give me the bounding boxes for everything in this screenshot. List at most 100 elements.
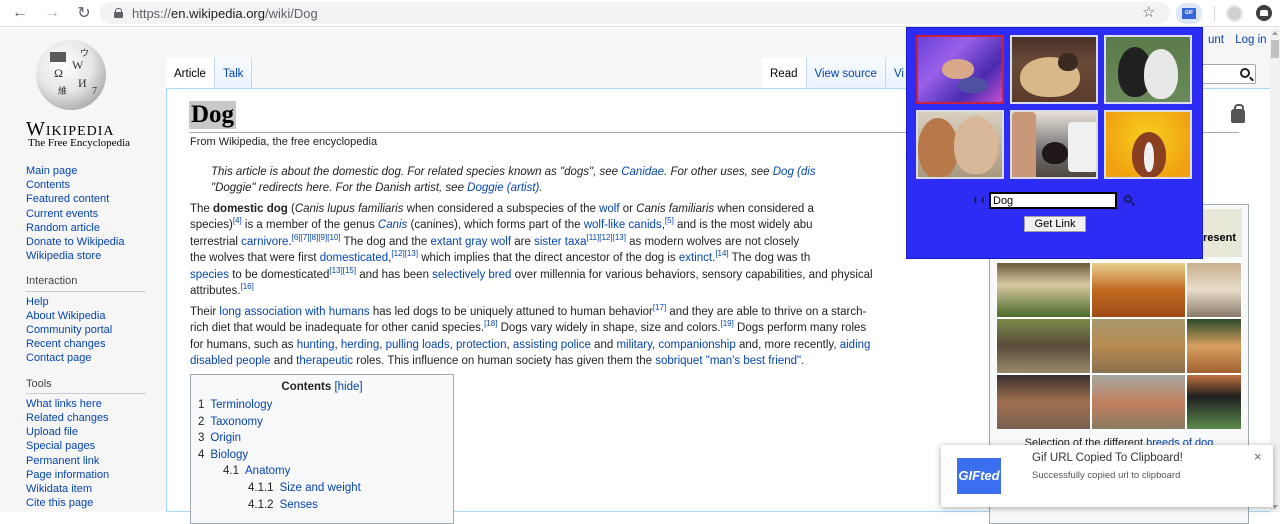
sidebar-item-upload-file[interactable]: Upload file <box>26 425 151 439</box>
toc-item-origin[interactable]: 3 Origin <box>198 430 453 447</box>
menu-icon[interactable] <box>1256 5 1272 21</box>
dog-breeds-image[interactable] <box>996 262 1242 430</box>
sidebar-item-help[interactable]: Help <box>26 295 151 309</box>
search-icon[interactable] <box>1240 68 1250 78</box>
search-icon[interactable] <box>1124 195 1132 203</box>
toc-item-size-and-weight[interactable]: 4.1.1 Size and weight <box>198 480 453 497</box>
companionship-link[interactable]: companionship <box>658 339 735 351</box>
address-bar[interactable]: https://en.wikipedia.org/wiki/Dog <box>100 2 1170 24</box>
sidebar-item-current-events[interactable]: Current events <box>26 207 151 221</box>
scroll-thumb[interactable] <box>1271 40 1279 58</box>
assisting-police-link[interactable]: assisting police <box>513 339 591 351</box>
citation[interactable]: [6][7][8][9][10] <box>292 233 341 242</box>
toc-item-anatomy[interactable]: 4.1 Anatomy <box>198 463 453 480</box>
aiding-link[interactable]: aiding <box>840 339 871 351</box>
create-account-link[interactable]: unt <box>1208 34 1224 46</box>
disabled-people-link[interactable]: disabled people <box>190 355 271 367</box>
sidebar-item-wikidata-item[interactable]: Wikidata item <box>26 482 151 496</box>
lock-icon[interactable] <box>114 8 123 18</box>
doggie-artist-link[interactable]: Doggie (artist) <box>467 182 539 194</box>
scroll-up-arrow-icon[interactable] <box>1272 31 1278 35</box>
toc-item-senses[interactable]: 4.1.2 Senses <box>198 497 453 514</box>
canis-link[interactable]: Canis <box>378 219 407 231</box>
gifted-extension-icon[interactable]: GIF <box>1176 3 1202 24</box>
sidebar-item-permanent-link[interactable]: Permanent link <box>26 454 151 468</box>
toc-hide-link[interactable]: [hide] <box>334 381 362 393</box>
protection-lock-icon[interactable] <box>1231 104 1245 123</box>
citation[interactable]: [16] <box>241 282 254 291</box>
sidebar-item-related-changes[interactable]: Related changes <box>26 411 151 425</box>
gif-result-3[interactable] <box>1104 35 1192 104</box>
citation[interactable]: [12][13] <box>391 249 418 258</box>
gif-result-2[interactable] <box>1010 35 1098 104</box>
sidebar-item-page-information[interactable]: Page information <box>26 468 151 482</box>
toc-item-terminology[interactable]: 1 Terminology <box>198 397 453 414</box>
citation[interactable]: [19] <box>721 320 734 329</box>
sidebar-item-cite-this-page[interactable]: Cite this page <box>26 496 151 510</box>
domesticated-link[interactable]: domesticated <box>320 252 388 264</box>
citation[interactable]: [11][12][13] <box>587 233 626 242</box>
login-link[interactable]: Log in <box>1235 34 1266 46</box>
sidebar-item-what-links-here[interactable]: What links here <box>26 397 151 411</box>
reload-icon[interactable]: ↻ <box>74 3 94 23</box>
sidebar-item-community-portal[interactable]: Community portal <box>26 323 151 337</box>
toc-item-taxonomy[interactable]: 2 Taxonomy <box>198 414 453 431</box>
tab-talk[interactable]: Talk <box>214 58 253 88</box>
therapeutic-link[interactable]: therapeutic <box>296 355 353 367</box>
protection-link[interactable]: protection <box>456 339 507 351</box>
sidebar-item-recent-changes[interactable]: Recent changes <box>26 337 151 351</box>
tab-view-source[interactable]: View source <box>806 58 886 88</box>
close-icon[interactable]: × <box>1254 449 1262 464</box>
gif-result-4[interactable] <box>916 110 1004 179</box>
herding-link[interactable]: herding <box>341 339 379 351</box>
refresh-icon[interactable] <box>974 195 984 205</box>
species-link[interactable]: species <box>190 269 229 281</box>
military-link[interactable]: military <box>616 339 652 351</box>
get-link-button[interactable]: Get Link <box>1024 216 1086 232</box>
citation[interactable]: [17] <box>653 303 666 312</box>
association-with-humans-link[interactable]: long association with humans <box>219 306 369 318</box>
sobriquet-link[interactable]: sobriquet <box>655 355 702 367</box>
citation[interactable]: [4] <box>233 217 242 226</box>
wolf-like-canids-link[interactable]: wolf-like canids <box>584 219 662 231</box>
gif-result-5[interactable] <box>1010 110 1098 179</box>
sidebar-item-contact-page[interactable]: Contact page <box>26 351 151 365</box>
selectively-bred-link[interactable]: selectively bred <box>432 269 511 281</box>
sidebar-item-main-page[interactable]: Main page <box>26 164 151 178</box>
sister-taxa-link[interactable]: sister taxa <box>534 236 586 248</box>
url-text[interactable]: https://en.wikipedia.org/wiki/Dog <box>132 6 318 21</box>
hunting-link[interactable]: hunting <box>297 339 335 351</box>
sidebar: Main page Contents Featured content Curr… <box>26 164 151 510</box>
sidebar-item-contents[interactable]: Contents <box>26 178 151 192</box>
carnivore-link[interactable]: carnivore <box>241 236 288 248</box>
sidebar-item-donate[interactable]: Donate to Wikipedia <box>26 235 151 249</box>
pulling-loads-link[interactable]: pulling loads <box>386 339 450 351</box>
gif-search-input[interactable] <box>989 192 1117 209</box>
sidebar-item-featured-content[interactable]: Featured content <box>26 192 151 206</box>
profile-icon[interactable] <box>1226 5 1243 22</box>
gray-wolf-link[interactable]: extant gray wolf <box>431 236 512 248</box>
tab-article[interactable]: Article <box>166 58 215 88</box>
citation[interactable]: [13][15] <box>329 266 356 275</box>
dog-disambiguation-link[interactable]: Dog (dis <box>773 166 816 178</box>
gif-result-1[interactable] <box>916 35 1004 104</box>
bookmark-star-icon[interactable]: ☆ <box>1142 3 1155 21</box>
citation[interactable]: [18] <box>484 320 497 329</box>
gif-result-6[interactable] <box>1104 110 1192 179</box>
citation[interactable]: [14] <box>715 249 728 258</box>
mans-best-friend-link[interactable]: "man's best friend" <box>706 355 801 367</box>
citation[interactable]: [5] <box>665 217 674 226</box>
sidebar-item-about[interactable]: About Wikipedia <box>26 309 151 323</box>
canidae-link[interactable]: Canidae <box>621 166 664 178</box>
sidebar-item-store[interactable]: Wikipedia store <box>26 249 151 263</box>
page-scrollbar[interactable] <box>1270 28 1280 512</box>
tab-read[interactable]: Read <box>762 58 807 88</box>
toc-item-biology[interactable]: 4 Biology <box>198 447 453 464</box>
forward-icon[interactable]: → <box>42 3 62 23</box>
sidebar-item-random-article[interactable]: Random article <box>26 221 151 235</box>
breed-photo <box>996 318 1091 374</box>
wolf-link[interactable]: wolf <box>599 203 619 215</box>
extinct-link[interactable]: extinct <box>679 252 712 264</box>
back-icon[interactable]: ← <box>10 3 30 23</box>
sidebar-item-special-pages[interactable]: Special pages <box>26 439 151 453</box>
